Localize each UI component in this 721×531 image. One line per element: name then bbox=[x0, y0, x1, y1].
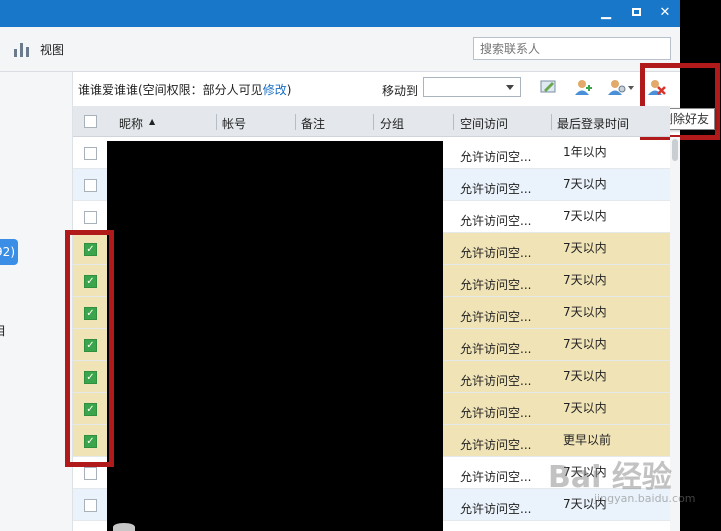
row-checkbox[interactable]: ✓ bbox=[84, 435, 97, 448]
toolbar: 视图 bbox=[0, 27, 680, 72]
delete-friend-icon[interactable] bbox=[647, 78, 667, 96]
column-divider bbox=[216, 114, 217, 130]
space-access-cell: 允许访问空... bbox=[460, 182, 532, 196]
col-space-access[interactable]: 空间访问 bbox=[460, 115, 508, 132]
last-login-cell: 7天以内 bbox=[563, 177, 607, 191]
group-manage-icon[interactable] bbox=[607, 78, 635, 96]
avatar bbox=[113, 523, 135, 531]
edit-note-icon[interactable] bbox=[539, 78, 559, 96]
col-remark[interactable]: 备注 bbox=[301, 115, 325, 132]
space-access-cell: 允许访问空... bbox=[460, 278, 532, 292]
last-login-cell: 7天以内 bbox=[563, 209, 607, 223]
left-item-label[interactable]: 目 bbox=[0, 322, 6, 339]
add-friend-icon[interactable] bbox=[573, 78, 593, 96]
last-login-cell: 7天以内 bbox=[563, 241, 607, 255]
sort-asc-icon: ▲ bbox=[149, 117, 156, 126]
last-login-cell: 1年以内 bbox=[563, 145, 607, 159]
col-nickname[interactable]: 昵称 bbox=[119, 115, 143, 132]
space-access-cell: 允许访问空... bbox=[460, 214, 532, 228]
maximize-icon[interactable] bbox=[626, 4, 646, 22]
row-checkbox[interactable] bbox=[84, 179, 97, 192]
modify-link[interactable]: 修改 bbox=[263, 83, 287, 97]
title-bar: ▁ ✕ bbox=[0, 0, 680, 27]
scrollbar-thumb[interactable] bbox=[672, 139, 678, 161]
row-checkbox[interactable]: ✓ bbox=[84, 339, 97, 352]
last-login-cell: 7天以内 bbox=[563, 337, 607, 351]
row-checkbox[interactable]: ✓ bbox=[84, 307, 97, 320]
column-divider bbox=[373, 114, 374, 130]
close-icon[interactable]: ✕ bbox=[655, 4, 675, 22]
row-checkbox[interactable] bbox=[84, 467, 97, 480]
redacted-region bbox=[107, 141, 443, 531]
space-access-cell: 允许访问空... bbox=[460, 150, 532, 164]
space-access-cell: 允许访问空... bbox=[460, 470, 532, 484]
column-divider bbox=[295, 114, 296, 130]
chevron-down-icon bbox=[506, 85, 514, 90]
space-access-cell: 允许访问空... bbox=[460, 374, 532, 388]
space-permission-info: 谁谁爱谁谁(空间权限：部分人可见修改) bbox=[78, 81, 291, 98]
watermark-url: jingyan.baidu.com bbox=[594, 492, 696, 505]
last-login-cell: 7天以内 bbox=[563, 369, 607, 383]
space-permission-text: 谁谁爱谁谁(空间权限：部分人可见 bbox=[78, 83, 263, 97]
last-login-cell: 更早以前 bbox=[563, 433, 612, 447]
row-checkbox[interactable] bbox=[84, 147, 97, 160]
minimize-icon[interactable]: ▁ bbox=[596, 4, 616, 22]
move-to-label: 移动到 bbox=[382, 84, 419, 98]
col-account[interactable]: 帐号 bbox=[222, 115, 246, 132]
row-checkbox[interactable]: ✓ bbox=[84, 371, 97, 384]
space-permission-close: ) bbox=[286, 83, 292, 97]
space-access-cell: 允许访问空... bbox=[460, 438, 532, 452]
left-panel: 92) 目 bbox=[0, 72, 73, 531]
space-access-cell: 允许访问空... bbox=[460, 342, 532, 356]
table-header: 昵称 ▲ 帐号 备注 分组 空间访问 最后登录时间 bbox=[73, 106, 670, 137]
row-checkbox[interactable]: ✓ bbox=[84, 243, 97, 256]
space-access-cell: 允许访问空... bbox=[460, 406, 532, 420]
last-login-cell: 7天以内 bbox=[563, 273, 607, 287]
last-login-cell: 7天以内 bbox=[563, 305, 607, 319]
outer-black-margin bbox=[680, 0, 721, 531]
watermark-logo: Bai 经验 bbox=[548, 460, 672, 495]
last-login-cell: 7天以内 bbox=[563, 401, 607, 415]
space-access-cell: 允许访问空... bbox=[460, 310, 532, 324]
column-divider bbox=[453, 114, 454, 130]
row-checkbox[interactable] bbox=[84, 211, 97, 224]
column-divider bbox=[551, 114, 552, 130]
search-input[interactable] bbox=[473, 37, 671, 60]
select-all-checkbox[interactable] bbox=[84, 115, 97, 128]
space-access-cell: 允许访问空... bbox=[460, 246, 532, 260]
row-checkbox[interactable] bbox=[84, 499, 97, 512]
col-last-login[interactable]: 最后登录时间 bbox=[557, 115, 629, 132]
col-group[interactable]: 分组 bbox=[380, 115, 404, 132]
view-button[interactable]: 视图 bbox=[40, 41, 64, 58]
row-checkbox[interactable]: ✓ bbox=[84, 403, 97, 416]
space-access-cell: 允许访问空... bbox=[460, 502, 532, 516]
bar-chart-icon[interactable] bbox=[14, 41, 30, 57]
row-checkbox[interactable]: ✓ bbox=[84, 275, 97, 288]
group-count-badge[interactable]: 92) bbox=[0, 239, 18, 265]
move-to-select[interactable] bbox=[423, 77, 521, 97]
